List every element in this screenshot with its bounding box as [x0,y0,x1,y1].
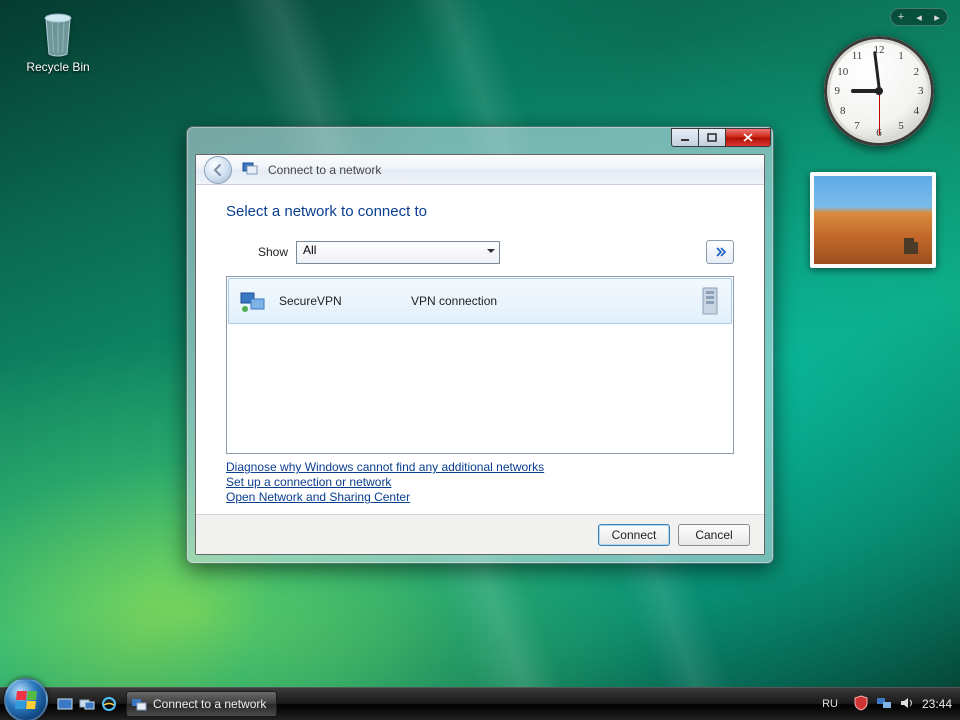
network-tray-icon[interactable] [876,695,892,714]
refresh-button[interactable] [706,240,734,264]
network-type: VPN connection [411,294,497,308]
start-button[interactable] [4,678,48,720]
ie-icon[interactable] [100,695,118,713]
setup-link[interactable]: Set up a connection or network [226,475,734,489]
language-indicator[interactable]: RU [822,698,838,710]
quick-launch [56,695,118,713]
titlebar[interactable] [187,127,773,154]
diagnose-link[interactable]: Diagnose why Windows cannot find any add… [226,460,734,474]
connect-network-window: Connect to a network Select a network to… [186,126,774,564]
tray-clock[interactable]: 23:44 [922,697,952,711]
show-filter-label: Show [258,245,288,259]
close-button[interactable] [725,128,771,147]
server-icon [699,286,721,316]
cancel-button[interactable]: Cancel [678,524,750,546]
task-label: Connect to a network [153,697,266,711]
system-tray: RU 23:44 [814,695,960,714]
show-desktop-icon[interactable] [56,695,74,713]
taskbar-active-task[interactable]: Connect to a network [126,691,277,717]
volume-icon[interactable] [899,695,915,714]
sidebar-prev-icon[interactable]: ◂ [910,10,928,24]
window-footer: Connect Cancel [196,514,764,554]
windows-logo-icon [15,691,37,709]
network-icon [239,287,267,315]
task-icon [131,696,147,712]
recycle-bin[interactable]: Recycle Bin [20,10,96,74]
switch-windows-icon[interactable] [78,695,96,713]
maximize-button[interactable] [698,128,726,147]
clock-face: 12 1 2 3 4 5 6 7 8 9 10 11 [824,36,934,146]
network-list[interactable]: SecureVPN VPN connection [226,276,734,454]
desktop: Recycle Bin + ◂ ▸ 12 1 2 3 4 5 6 7 8 9 1… [0,0,960,720]
back-button[interactable] [204,156,232,184]
window-client: Connect to a network Select a network to… [195,154,765,555]
network-item[interactable]: SecureVPN VPN connection [228,278,732,324]
taskbar: Connect to a network RU 23:44 [0,687,960,720]
clock-gadget[interactable]: 12 1 2 3 4 5 6 7 8 9 10 11 [824,36,934,146]
show-filter-combo[interactable]: All [296,241,500,264]
app-icon [242,160,258,179]
toolbar: Connect to a network [196,155,764,185]
sidebar-next-icon[interactable]: ▸ [928,10,946,24]
window-body: Select a network to connect to Show All [196,185,764,514]
network-name: SecureVPN [279,294,399,308]
recycle-bin-icon [38,10,78,58]
security-icon[interactable] [853,695,869,714]
minimize-button[interactable] [671,128,699,147]
sidebar-controls[interactable]: + ◂ ▸ [890,8,948,26]
page-heading: Select a network to connect to [226,203,734,220]
connect-button[interactable]: Connect [598,524,670,546]
recycle-bin-label: Recycle Bin [20,60,96,74]
sidebar-add-icon[interactable]: + [892,10,910,24]
sharing-center-link[interactable]: Open Network and Sharing Center [226,490,734,504]
help-links: Diagnose why Windows cannot find any add… [226,460,734,504]
second-hand [879,91,880,135]
slideshow-gadget[interactable] [810,172,936,268]
window-title: Connect to a network [268,163,381,177]
minute-hand [873,51,881,91]
